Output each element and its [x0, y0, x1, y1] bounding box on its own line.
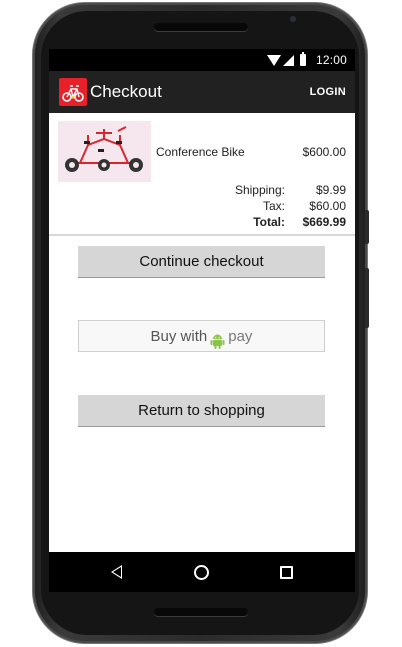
bottom-speaker [154, 608, 248, 616]
status-time: 12:00 [315, 53, 347, 67]
divider [49, 234, 355, 236]
pay-label: pay [228, 328, 253, 345]
shipping-label: Shipping: [234, 183, 285, 197]
summary-row-tax: Tax: $60.00 [166, 199, 346, 214]
total-label: Total: [253, 215, 285, 229]
android-pay-content: Buy with pay [150, 321, 253, 353]
bike-logo-icon [59, 78, 87, 106]
continue-checkout-button[interactable]: Continue checkout [78, 246, 325, 278]
tax-label: Tax: [262, 199, 285, 213]
summary-row-total: Total: $669.99 [166, 215, 346, 230]
battery-icon [300, 52, 306, 66]
product-name: Conference Bike [156, 145, 245, 159]
conference-bike-image [58, 121, 151, 182]
back-icon[interactable] [111, 565, 122, 579]
login-button[interactable]: LOGIN [310, 86, 346, 98]
android-icon [210, 329, 225, 349]
tax-value: $60.00 [309, 199, 346, 213]
top-speaker [154, 23, 248, 31]
android-pay-button[interactable]: Buy with pay [78, 320, 325, 352]
home-icon[interactable] [194, 565, 209, 580]
screen: 12:00 Checkout LOGIN Conference Bike $60… [49, 49, 355, 592]
shipping-value: $9.99 [315, 183, 346, 197]
total-value: $669.99 [302, 215, 346, 229]
front-camera [290, 16, 296, 22]
recents-icon[interactable] [280, 566, 293, 579]
return-to-shopping-button[interactable]: Return to shopping [78, 395, 325, 427]
navigation-bar [49, 552, 355, 592]
summary-row-shipping: Shipping: $9.99 [166, 183, 346, 198]
buy-with-label: Buy with [150, 328, 208, 345]
app-bar: Checkout LOGIN [49, 71, 355, 113]
product-price: $600.00 [302, 145, 346, 159]
power-button [365, 268, 369, 328]
status-bar: 12:00 [49, 49, 355, 71]
wifi-icon [267, 55, 281, 66]
signal-icon [283, 55, 294, 66]
page-title: Checkout [90, 82, 162, 101]
volume-button [365, 210, 369, 244]
